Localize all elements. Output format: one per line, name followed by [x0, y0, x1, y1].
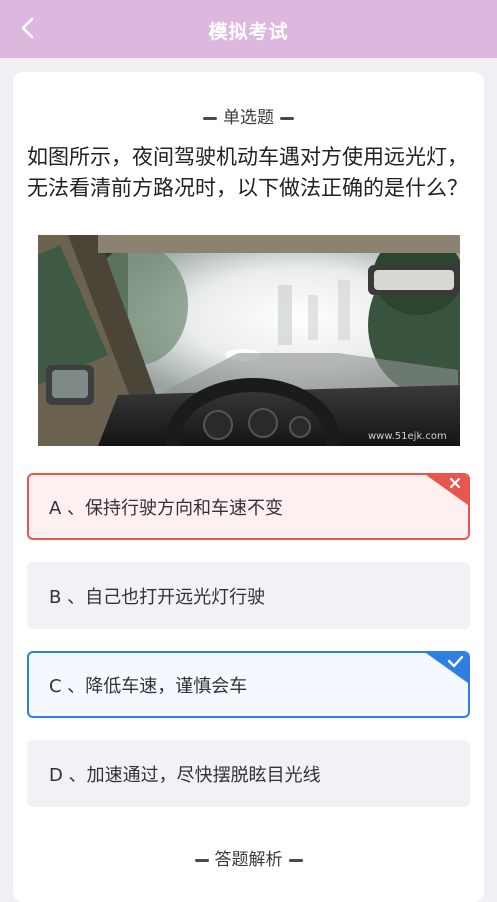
- option-b-label: B 、自己也打开远光灯行驶: [49, 587, 266, 608]
- night-driving-scene: www.51ejk.com: [38, 235, 460, 446]
- image-watermark: www.51ejk.com: [368, 431, 447, 442]
- option-a[interactable]: A 、保持行驶方向和车速不变: [27, 473, 470, 540]
- check-mark-icon: [426, 653, 468, 683]
- option-d[interactable]: D 、加速通过，尽快摆脱眩目光线: [27, 740, 470, 807]
- option-c[interactable]: C 、降低车速，谨慎会车: [27, 651, 470, 718]
- question-type-label: 单选题: [0, 103, 497, 128]
- top-bar: 模拟考试: [0, 0, 497, 58]
- option-a-label: A 、保持行驶方向和车速不变: [49, 498, 284, 519]
- page-title: 模拟考试: [208, 21, 289, 43]
- option-c-label: C 、降低车速，谨慎会车: [49, 676, 248, 697]
- analysis-label: 答题解析: [0, 845, 497, 870]
- question-image[interactable]: www.51ejk.com: [38, 235, 460, 446]
- question-text: 如图所示，夜间驾驶机动车遇对方使用远光灯，无法看清前方路况时，以下做法正确的是什…: [27, 145, 468, 200]
- option-d-label: D 、加速通过，尽快摆脱眩目光线: [49, 765, 321, 786]
- option-b[interactable]: B 、自己也打开远光灯行驶: [27, 562, 470, 629]
- wrong-mark-icon: [426, 475, 468, 505]
